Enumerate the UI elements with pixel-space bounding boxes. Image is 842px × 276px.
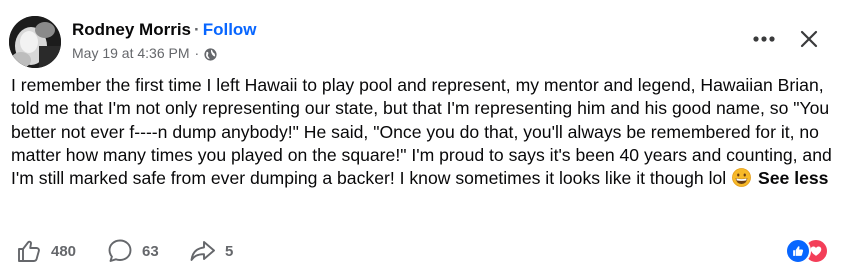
like-count: 480 [51, 242, 77, 260]
grinning-face-emoji [732, 168, 752, 188]
reactions-summary[interactable] [785, 238, 831, 264]
author-separator: · [194, 20, 200, 39]
post-card: Rodney Morris · Follow May 19 at 4:36 PM ·… [0, 0, 842, 276]
post-text: I remember the first time I left Hawaii … [11, 75, 832, 189]
more-options-icon[interactable] [748, 26, 780, 52]
share-icon [189, 238, 216, 264]
post-timestamp[interactable]: May 19 at 4:36 PM [72, 44, 190, 62]
meta-separator: · [194, 45, 200, 61]
post-actions-bar: 480 63 5 [0, 236, 842, 266]
like-button[interactable]: 480 [16, 236, 76, 266]
comment-button[interactable]: 63 [107, 236, 159, 266]
like-icon [16, 238, 42, 264]
post-meta: May 19 at 4:36 PM · [72, 44, 217, 62]
comment-icon [107, 238, 133, 264]
globe-icon[interactable] [204, 47, 217, 61]
author-line: Rodney Morris · Follow [72, 19, 257, 41]
share-count: 5 [225, 242, 234, 260]
avatar[interactable] [9, 16, 61, 68]
author-name[interactable]: Rodney Morris [72, 20, 191, 39]
follow-button[interactable]: Follow [203, 20, 257, 39]
post-body: I remember the first time I left Hawaii … [11, 74, 833, 190]
share-button[interactable]: 5 [189, 236, 233, 266]
like-reaction-icon [785, 238, 811, 264]
see-less-link[interactable]: See less [758, 168, 828, 188]
comment-count: 63 [142, 242, 159, 260]
close-icon[interactable] [794, 24, 824, 54]
